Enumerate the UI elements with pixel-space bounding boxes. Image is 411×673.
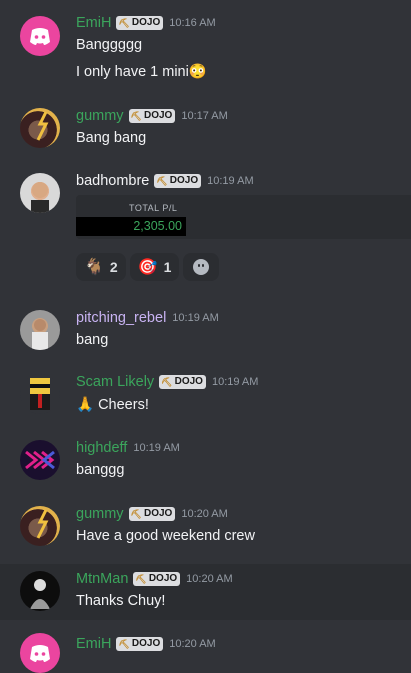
target-icon: 🎯 [137, 259, 158, 276]
message-text: Thanks Chuy! [76, 593, 166, 609]
reaction-count: 1 [163, 259, 172, 275]
username[interactable]: MtnMan [76, 571, 128, 587]
message: pitching_rebel 10:19 AM bang [0, 300, 411, 364]
message: EmiH ⛏ DOJO 10:16 AM Banggggg I only have… [0, 0, 411, 100]
message: gummy ⛏ DOJO 10:20 AM Have a good weekend… [0, 496, 411, 564]
discord-logo-icon [30, 28, 50, 45]
reaction-goat[interactable]: 🐐 2 [76, 253, 126, 281]
role-badge: ⛏ DOJO [159, 375, 206, 389]
username[interactable]: EmiH [76, 15, 111, 31]
timestamp: 10:20 AM [169, 638, 216, 650]
message: highdeff 10:19 AM banggg [0, 430, 411, 496]
user-avatar-gummy [36, 111, 49, 141]
user-avatar-highdeff [25, 450, 55, 470]
timestamp: 10:20 AM [181, 508, 228, 520]
message: badhombre ⛏ DOJO 10:19 AM TOTAL P/L 2,305… [0, 160, 411, 300]
pl-label: TOTAL P/L [129, 203, 178, 213]
role-badge: ⛏ DOJO [133, 572, 181, 586]
message-text: Have a good weekend crew [76, 528, 255, 544]
pl-value: 2,305.00 [76, 217, 186, 236]
pickaxe-icon: ⛏ [130, 111, 142, 121]
username[interactable]: Scam Likely [76, 374, 154, 390]
image-embed[interactable]: TOTAL P/L 2,305.00 [76, 195, 411, 239]
role-badge: ⛏ DOJO [128, 507, 176, 521]
message: Scam Likely ⛏ DOJO 10:19 AM 🙏 Cheers! [0, 364, 411, 430]
message-text: banggg [76, 462, 125, 478]
username[interactable]: badhombre [76, 173, 149, 189]
timestamp: 10:16 AM [169, 17, 216, 29]
role-badge: ⛏ DOJO [116, 637, 164, 651]
message-text: bang [76, 332, 109, 348]
pickaxe-icon: ⛏ [118, 639, 130, 649]
timestamp: 10:17 AM [181, 110, 228, 122]
message-text: 🙏 Cheers! [76, 397, 149, 413]
timestamp: 10:19 AM [133, 442, 180, 454]
message-text: I only have 1 mini😳 [76, 64, 207, 80]
user-avatar-pitching-rebel [32, 319, 48, 350]
reaction-count: 2 [109, 259, 118, 275]
avatar[interactable] [20, 506, 60, 546]
avatar[interactable] [20, 108, 60, 148]
avatar[interactable] [20, 173, 60, 213]
role-badge: ⛏ DOJO [116, 16, 164, 30]
message: MtnMan ⛏ DOJO 10:20 AM Thanks Chuy! [0, 564, 411, 620]
timestamp: 10:19 AM [207, 175, 254, 187]
username[interactable]: gummy [76, 506, 124, 522]
pickaxe-icon: ⛏ [130, 509, 142, 519]
message-text: Banggggg [76, 37, 143, 53]
message: gummy ⛏ DOJO 10:17 AM Bang bang [0, 100, 411, 160]
user-avatar-scam-likely [30, 378, 50, 410]
pickaxe-icon: ⛏ [135, 574, 147, 584]
role-badge: ⛏ DOJO [128, 109, 176, 123]
message-text: Bang bang [76, 130, 147, 146]
avatar[interactable] [20, 310, 60, 350]
avatar[interactable] [20, 571, 60, 611]
reaction-target[interactable]: 🎯 1 [129, 253, 180, 281]
avatar[interactable] [20, 440, 60, 480]
discord-logo-icon [30, 645, 50, 662]
pickaxe-icon: ⛏ [156, 176, 168, 186]
reactions: 🐐 2 🎯 1 [76, 253, 220, 281]
avatar[interactable] [20, 633, 60, 673]
username[interactable]: EmiH [76, 636, 111, 652]
add-reaction-button[interactable] [183, 253, 220, 281]
pickaxe-icon: ⛏ [161, 377, 173, 387]
pickaxe-icon: ⛏ [118, 18, 130, 28]
timestamp: 10:20 AM [186, 573, 233, 585]
user-avatar-mtnman [30, 579, 50, 609]
user-avatar-badhombre [31, 182, 49, 213]
role-badge: ⛏ DOJO [154, 174, 202, 188]
username[interactable]: pitching_rebel [76, 310, 166, 326]
timestamp: 10:19 AM [211, 376, 259, 388]
user-avatar-gummy [36, 509, 49, 539]
message: EmiH ⛏ DOJO 10:20 AM [0, 620, 411, 673]
avatar[interactable] [20, 16, 60, 56]
goat-icon: 🐐 [84, 259, 104, 276]
add-reaction-icon [193, 259, 210, 275]
username[interactable]: gummy [76, 108, 124, 124]
avatar[interactable] [20, 374, 60, 414]
username[interactable]: highdeff [76, 440, 127, 456]
timestamp: 10:19 AM [172, 312, 219, 324]
